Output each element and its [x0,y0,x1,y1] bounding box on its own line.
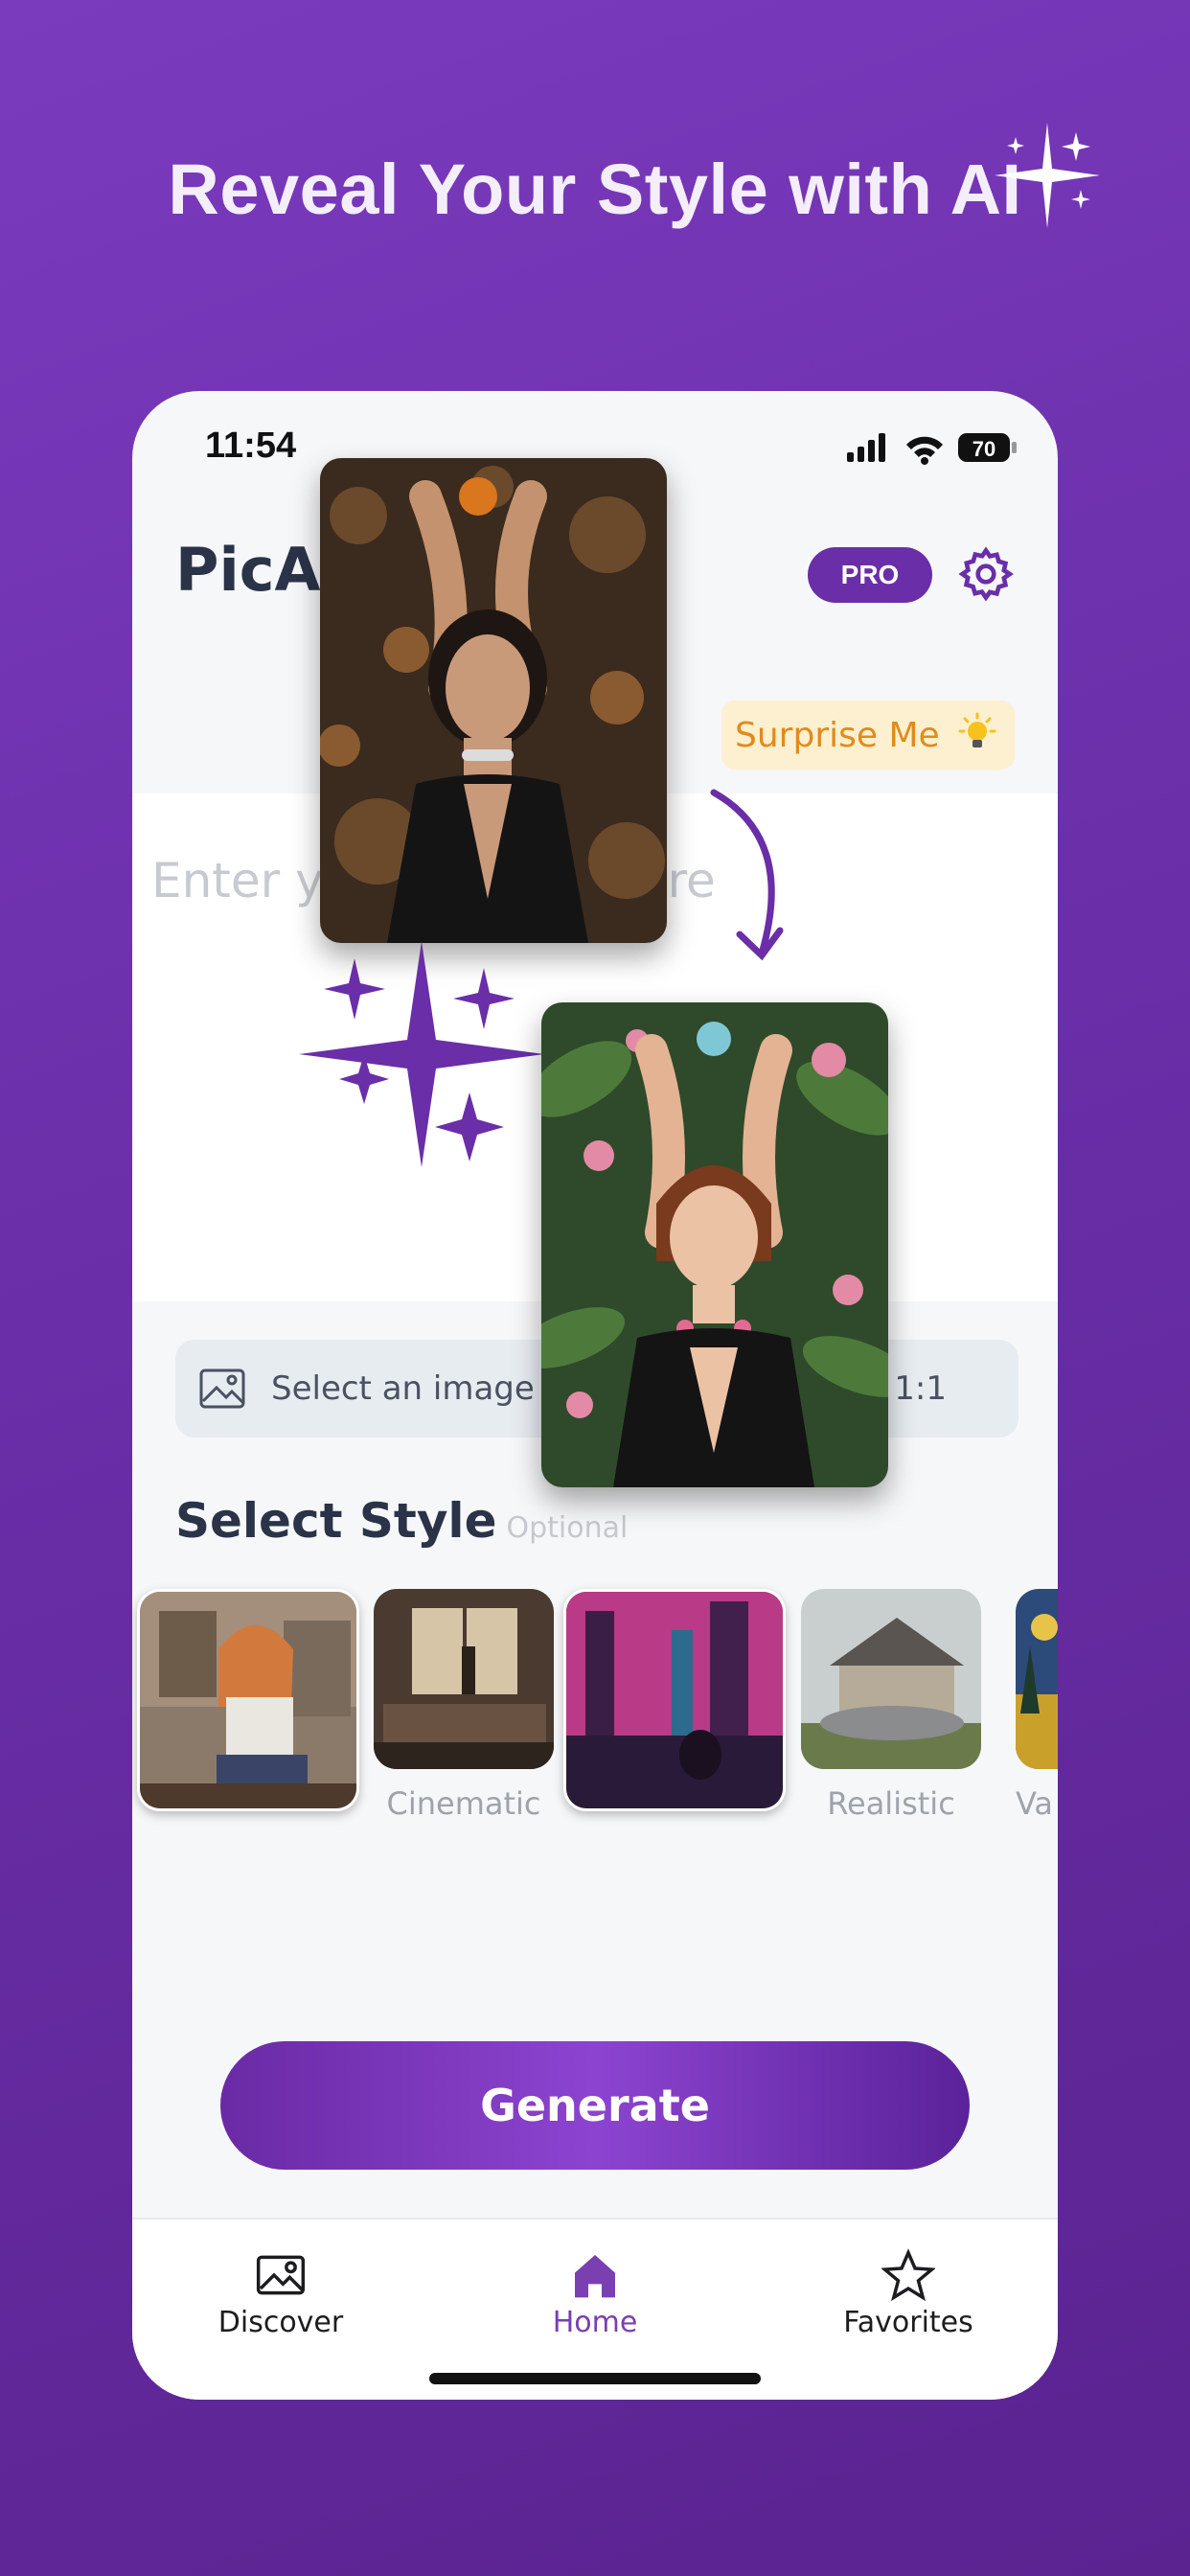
status-icons: 70 [847,433,1017,465]
style-card-cyberpunk[interactable] [563,1589,786,1811]
tab-discover[interactable]: Discover [185,2248,377,2339]
style-label-van-gogh: Va [1016,1785,1054,1822]
tab-favorites-label: Favorites [843,2306,973,2339]
home-indicator [429,2373,761,2384]
generate-button[interactable]: Generate [220,2041,970,2170]
tab-discover-label: Discover [217,2306,344,2339]
style-carousel[interactable]: Cinematic Realistic Va [132,1589,1058,1838]
surprise-me-label: Surprise Me [735,715,940,755]
select-image-label: Select an image [271,1369,535,1408]
style-card-anime[interactable] [137,1589,359,1811]
style-heading: Select Style Optional [175,1493,628,1549]
pro-button[interactable]: PRO [808,547,932,603]
tab-home-label: Home [552,2306,638,2339]
app-title: PicAI [175,535,343,605]
style-card-realistic[interactable] [801,1589,981,1769]
battery-level: 70 [973,437,995,461]
style-optional-label: Optional [506,1511,629,1545]
after-photo [541,1002,888,1487]
gear-icon[interactable] [956,544,1016,604]
style-label-realistic: Realistic [827,1785,955,1822]
before-photo [320,458,667,943]
sparkle-icon [995,123,1100,228]
style-card-cinematic[interactable] [374,1589,554,1769]
arrow-icon [710,789,784,961]
image-icon [199,1368,245,1409]
image-icon [256,2255,306,2295]
star-icon [881,2248,935,2302]
tab-favorites[interactable]: Favorites [812,2248,1004,2339]
style-heading-text: Select Style [175,1493,497,1549]
style-label-cinematic: Cinematic [386,1785,541,1822]
aspect-ratio-label[interactable]: 1:1 [894,1369,947,1408]
style-card-van-gogh[interactable] [1016,1589,1058,1769]
surprise-me-button[interactable]: Surprise Me [721,701,1015,770]
tab-home[interactable]: Home [499,2248,691,2339]
sparkle-icon [299,941,544,1167]
home-icon [575,2255,615,2298]
lightbulb-icon [958,712,996,748]
status-time: 11:54 [205,426,297,466]
